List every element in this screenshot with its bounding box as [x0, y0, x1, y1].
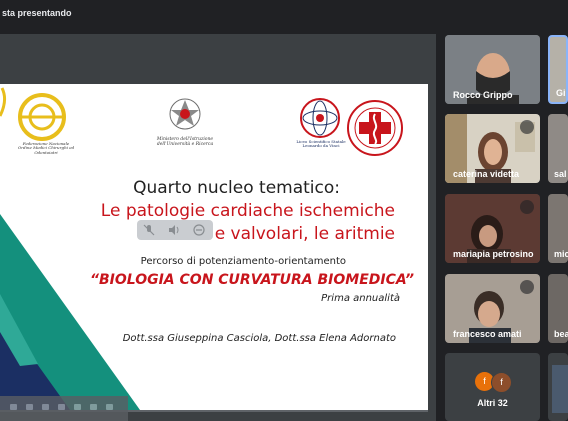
mic-off-icon [520, 200, 534, 214]
participant-name: caterina videtta [453, 169, 520, 179]
participant-video [552, 365, 568, 413]
participant-name: Rocco Grippo [453, 90, 513, 100]
presentation-slide: Federazione Nazionale Ordine Medici Chir… [0, 84, 428, 410]
participant-name: Giu [556, 88, 566, 98]
slide-title-line1: Quarto nucleo tematico: [133, 178, 340, 198]
authors-label: Dott.ssa Giuseppina Casciola, Dott.ssa E… [122, 333, 396, 344]
participant-name: mariapia petrosino [453, 249, 534, 259]
participant-tile[interactable]: mic [548, 194, 568, 263]
others-count-label: Altri 32 [477, 398, 508, 408]
taskbar-app-icon[interactable] [26, 404, 33, 410]
taskbar-app-icon[interactable] [58, 404, 65, 410]
participant-tile[interactable]: bea [548, 274, 568, 343]
participant-tile[interactable]: Rocco Grippo [445, 35, 540, 104]
medical-cross-logo-icon [347, 100, 403, 156]
minus-circle-icon[interactable] [193, 224, 205, 236]
slide-title-line2: Le patologie cardiache ischemiche [100, 201, 395, 221]
slide-title-line3: e valvolari, le aritmie [214, 224, 395, 244]
fnomceo-logo-icon [18, 93, 66, 141]
volume-icon[interactable] [168, 224, 180, 236]
taskbar-app-icon[interactable] [90, 404, 97, 410]
top-bar: sta presentando [0, 0, 568, 26]
taskbar-app-icon[interactable] [10, 404, 17, 410]
participant-tile[interactable]: francesco amati [445, 274, 540, 343]
participant-tile[interactable]: caterina videtta [445, 114, 540, 183]
mic-off-icon [520, 120, 534, 134]
taskbar-app-icon[interactable] [106, 404, 113, 410]
taskbar-app-icon[interactable] [42, 404, 49, 410]
taskbar-overlay [0, 396, 128, 421]
participant-name: francesco amati [453, 329, 522, 339]
liceo-logo-text: Liceo Scientifico Statale Leonardo da Vi… [296, 139, 346, 149]
slide-controls-overlay [137, 220, 213, 240]
participant-tile[interactable] [548, 353, 568, 421]
participant-name: sal [554, 169, 567, 179]
liceo-logo-icon [300, 98, 340, 138]
taskbar-app-icon[interactable] [74, 404, 81, 410]
mic-off-icon[interactable] [143, 224, 155, 236]
course-title: “BIOLOGIA CON CURVATURA BIOMEDICA” [89, 272, 414, 288]
others-tile[interactable]: f f Altri 32 [445, 353, 540, 421]
participant-tile[interactable]: sal [548, 114, 568, 183]
year-label: Prima annualità [321, 293, 400, 304]
presenting-label: sta presentando [2, 8, 72, 18]
yellow-arc [0, 87, 7, 117]
slide-subtitle: Percorso di potenziamento-orientamento [140, 256, 346, 267]
mic-off-icon [520, 280, 534, 294]
participant-name: mic [554, 249, 568, 259]
participant-name: bea [554, 329, 568, 339]
ministry-logo-text: Ministero dell'Istruzione dell'Universit… [156, 137, 214, 147]
participant-tile[interactable]: Giu [548, 35, 568, 104]
presentation-stage: Federazione Nazionale Ordine Medici Chir… [0, 34, 436, 421]
participant-tile[interactable]: mariapia petrosino [445, 194, 540, 263]
republic-emblem-icon [169, 98, 201, 130]
avatar: f [491, 372, 512, 393]
fnomceo-logo-text: Federazione Nazionale Ordine Medici Chir… [17, 141, 75, 155]
